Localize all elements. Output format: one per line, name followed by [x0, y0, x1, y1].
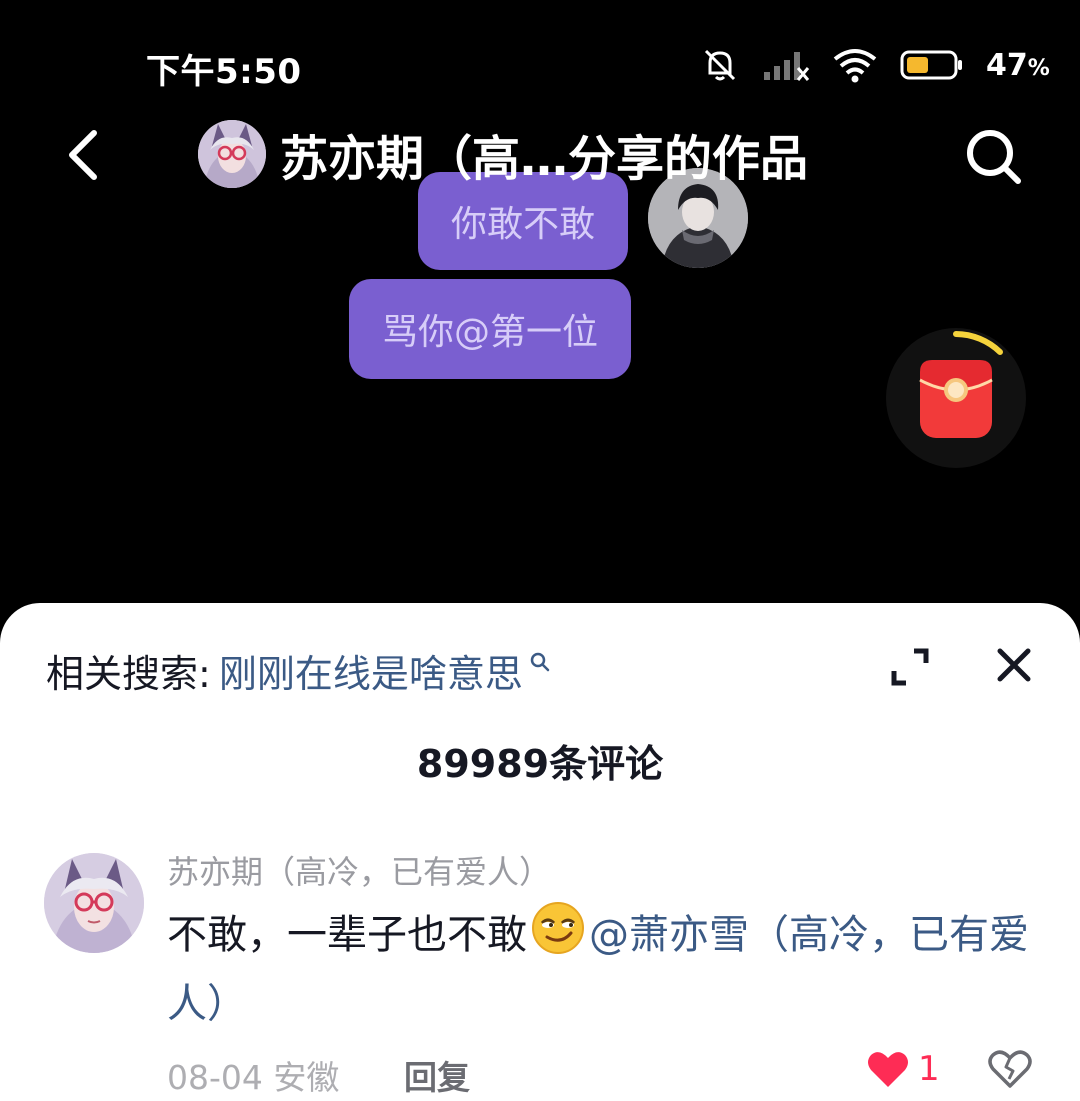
smirk-emoji-icon — [531, 901, 585, 973]
status-time: 下午5:50 — [146, 52, 302, 92]
wifi-icon — [832, 47, 878, 83]
comment-body: 不敢，一辈子也不敢 — [167, 912, 527, 958]
nav-title-group[interactable]: 苏亦期（高…分享的作品 — [198, 118, 808, 190]
dislike-button[interactable] — [988, 1049, 1032, 1093]
comment-meta: 08-04 安徽 — [167, 1051, 339, 1099]
expand-icon — [891, 648, 929, 686]
reply-button[interactable]: 回复 — [404, 1051, 470, 1099]
expand-button[interactable] — [888, 645, 932, 689]
comment-date: 08-04 — [167, 1058, 263, 1097]
back-button[interactable] — [56, 125, 116, 185]
comment-text: 不敢，一辈子也不敢 @萧亦雪（高冷，已有爱人） — [167, 901, 1047, 1035]
related-search[interactable]: 相关搜索: 刚刚在线是啥意思 — [46, 643, 551, 698]
commenter-avatar[interactable] — [44, 853, 144, 953]
close-icon — [997, 648, 1031, 682]
battery-percent: 47% — [986, 47, 1050, 83]
commenter-name[interactable]: 苏亦期（高冷，已有爱人） — [167, 847, 551, 893]
broken-heart-icon — [988, 1050, 1032, 1088]
battery-icon — [900, 49, 964, 81]
status-icons: 47% — [700, 40, 1050, 90]
video-chat-bubble: 骂你@第一位 — [349, 279, 631, 379]
signal-icon — [762, 48, 810, 82]
status-bar: 下午5:50 47% — [0, 0, 1080, 130]
red-packet-button[interactable] — [886, 328, 1026, 468]
search-button[interactable] — [962, 125, 1026, 189]
author-avatar[interactable] — [198, 120, 266, 188]
chevron-left-icon — [69, 130, 97, 180]
comment-location: 安徽 — [273, 1058, 340, 1097]
page-title: 苏亦期（高…分享的作品 — [280, 131, 809, 187]
like-count: 1 — [918, 1049, 940, 1089]
search-icon — [967, 130, 1021, 184]
comment-sheet: 相关搜索: 刚刚在线是啥意思 89989条评论 苏亦期（高冷，已有爱人） 不敢，… — [0, 603, 1080, 1101]
bell-muted-icon — [700, 45, 740, 85]
close-button[interactable] — [992, 643, 1036, 687]
related-search-query[interactable]: 刚刚在线是啥意思 — [219, 643, 523, 698]
search-icon — [530, 652, 550, 671]
like-button[interactable]: 1 — [866, 1049, 940, 1089]
red-packet-icon — [919, 331, 1003, 438]
heart-icon — [868, 1052, 908, 1087]
related-search-label: 相关搜索: — [46, 652, 211, 696]
comment-count: 89989条评论 — [416, 742, 664, 786]
